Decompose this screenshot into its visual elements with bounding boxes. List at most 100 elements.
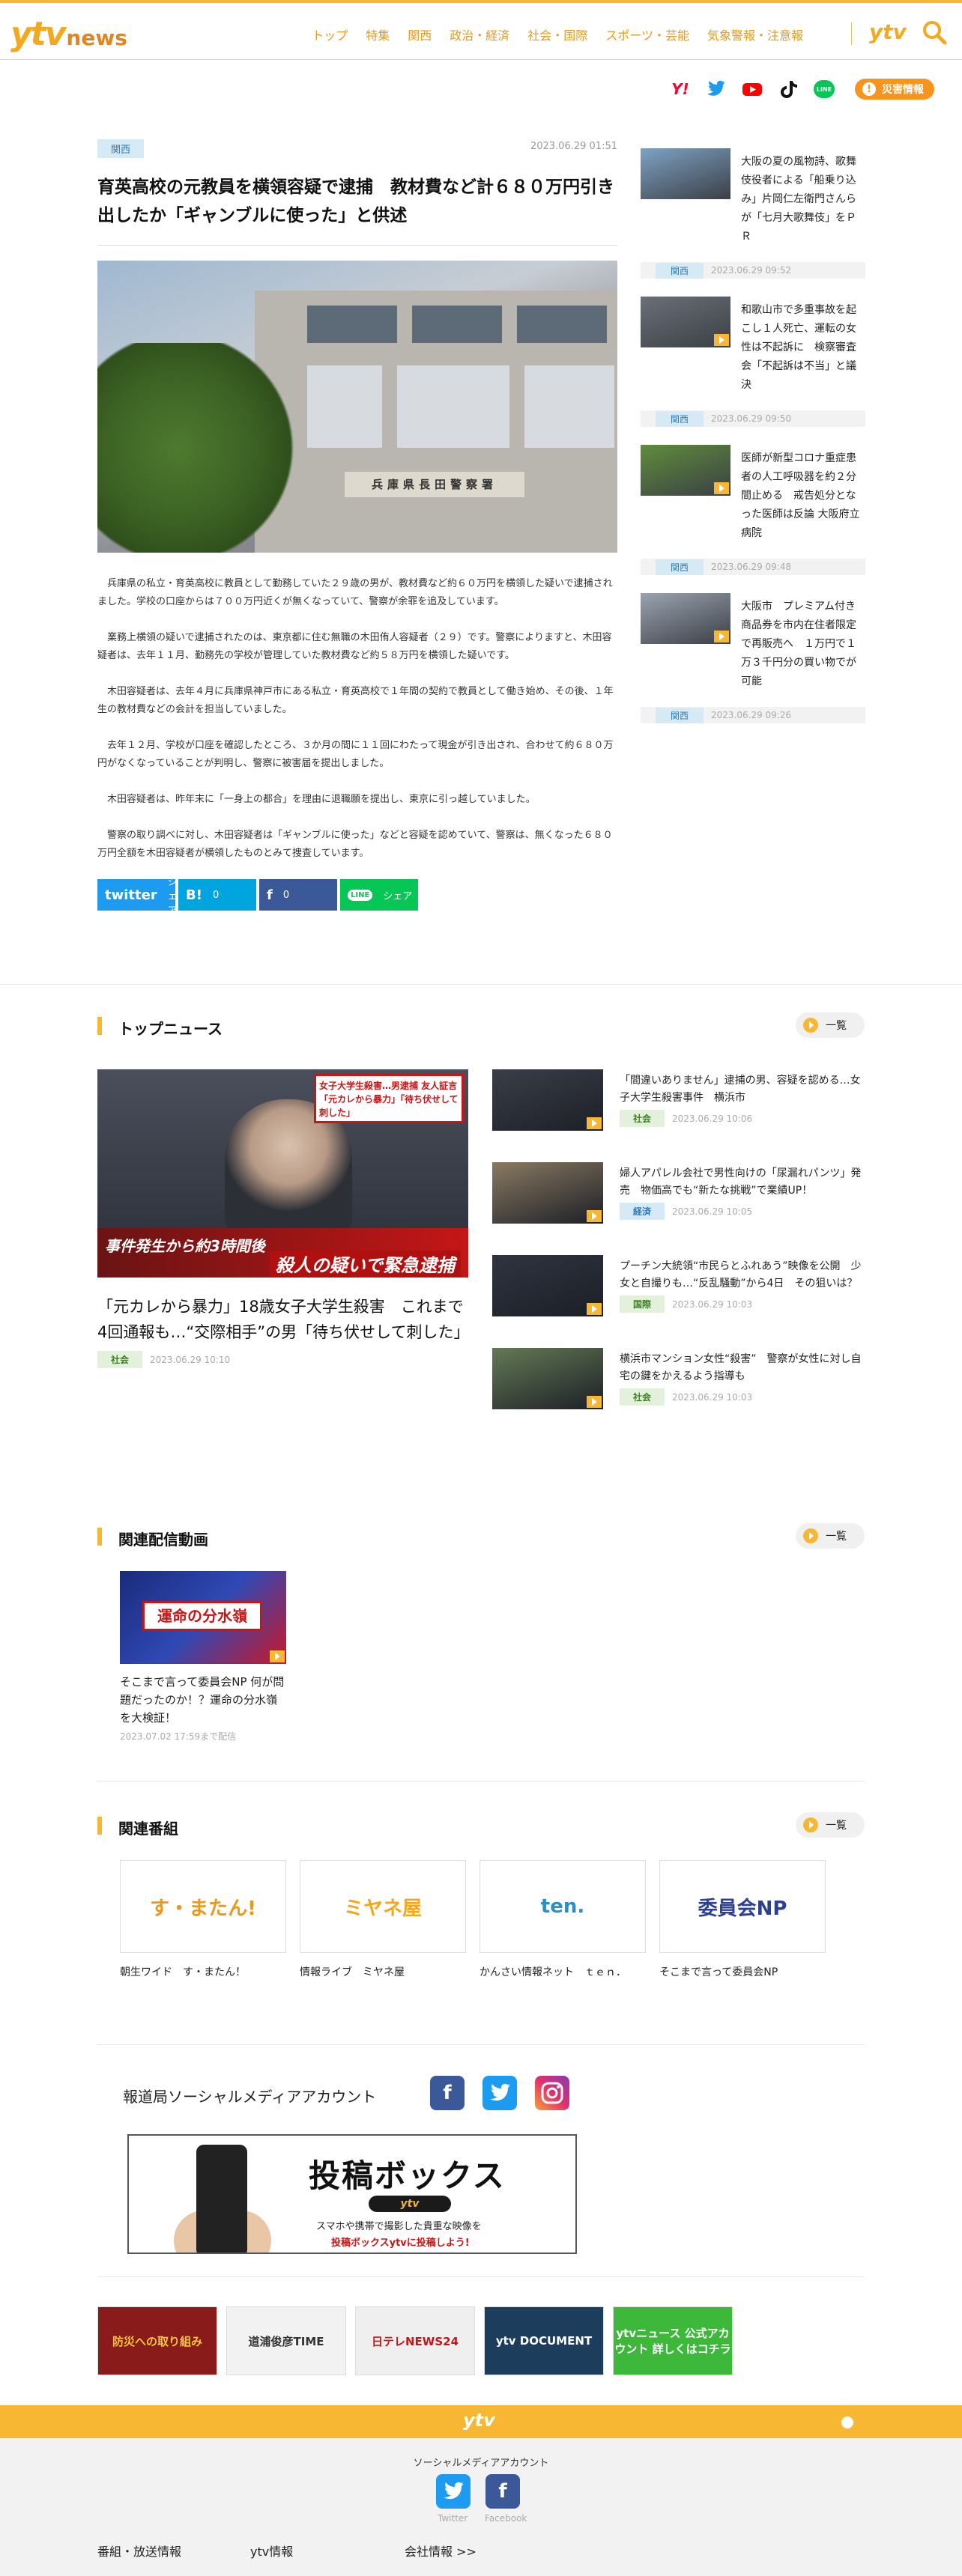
top-news-list-item[interactable]: 婦人アパレル会社で男性向けの「尿漏れパンツ」発売 物価高でも“新たな挑戦”で業績… <box>492 1162 865 1255</box>
nav-item[interactable]: 気象警報・注意報 <box>698 25 812 43</box>
category-tag[interactable]: 経済 <box>620 1203 665 1220</box>
news-date: 2023.06.29 10:05 <box>672 1206 753 1217</box>
side-news-item[interactable]: 和歌山市で多重事故を起こし１人死亡、運転の女性は不起訴に 検察審査会「不起訴は不… <box>641 297 865 445</box>
youtube-icon[interactable] <box>741 78 763 100</box>
ytv-news-logo[interactable]: ytv news <box>10 15 127 53</box>
more-button[interactable]: 一覧 <box>796 1812 865 1838</box>
category-tag[interactable]: 関西 <box>656 559 704 575</box>
ytv-logo[interactable]: ytv <box>869 19 907 44</box>
banner[interactable]: 道浦俊彦TIME <box>226 2306 346 2375</box>
side-news-item[interactable]: 大阪の夏の風物詩、歌舞伎役者による「船乗り込み」片岡仁左衛門さんらが「七月大歌舞… <box>641 148 865 297</box>
share-button[interactable]: B! 0 <box>178 879 256 911</box>
facebook-caption: Facebook <box>485 2513 527 2524</box>
twitter-icon[interactable] <box>705 78 727 100</box>
top-news-list-item[interactable]: 「間違いありません」逮捕の男、容疑を認める…女子大学生殺害事件 横浜市 社会 202… <box>492 1069 865 1162</box>
side-news-item[interactable]: 大阪市 プレミアム付き商品券を市内在住者限定で再販売へ １万円で１万３千円分の買… <box>641 593 865 741</box>
footer-link-company[interactable]: 会社情報 >> <box>405 2542 477 2560</box>
divider <box>0 984 962 985</box>
program-logo-text: 委員会NP <box>698 1897 787 1920</box>
share-button[interactable]: LINE シェア <box>340 879 418 911</box>
footer-bar: ytv <box>0 2405 962 2438</box>
article-paragraph: 兵庫県の私立・育英高校に教員として勤務していた２９歳の男が、教材費など約６０万円… <box>97 578 613 607</box>
program-logo: 委員会NP <box>659 1860 826 1953</box>
disaster-info-button[interactable]: ! 災害情報 <box>855 79 934 100</box>
category-tag[interactable]: 関西 <box>656 262 704 279</box>
footer-link-ytv[interactable]: ytv情報 <box>250 2542 293 2560</box>
disaster-label: 災害情報 <box>882 84 924 96</box>
related-video-title[interactable]: そこまで言って委員会NP 何が問題だったのか！？運命の分水嶺を大検証！ <box>120 1673 286 1727</box>
category-tag[interactable]: 国際 <box>620 1295 665 1313</box>
news-date: 2023.06.29 10:03 <box>672 1391 753 1403</box>
side-news-title[interactable]: 医師が新型コロナ重症患者の人工呼吸器を約２分間止める 戒告処分となった医師は反論… <box>741 449 865 543</box>
share-twitter-icon: twitter <box>105 887 157 903</box>
program-card[interactable]: す・またん! 朝生ワイド す・またん！ <box>120 1860 286 1981</box>
logo-news-text: news <box>66 25 127 50</box>
footer-logo[interactable]: ytv <box>463 2410 495 2431</box>
program-name[interactable]: 情報ライブ ミヤネ屋 <box>300 1963 466 1981</box>
line-icon[interactable]: LINE <box>813 78 835 100</box>
instagram-icon[interactable] <box>535 2076 569 2110</box>
top-news-item-title[interactable]: 「間違いありません」逮捕の男、容疑を認める…女子大学生殺害事件 横浜市 <box>620 1072 865 1107</box>
top-news-item-title[interactable]: 婦人アパレル会社で男性向けの「尿漏れパンツ」発売 物価高でも“新たな挑戦”で業績… <box>620 1165 865 1200</box>
program-name[interactable]: そこまで言って委員会NP <box>659 1963 826 1981</box>
share-button[interactable]: f0 <box>259 879 337 911</box>
search-icon[interactable] <box>922 19 947 45</box>
banner[interactable]: 防災への取り組み <box>97 2306 217 2375</box>
facebook-icon[interactable]: f <box>430 2076 465 2110</box>
nav-item[interactable]: スポーツ・芸能 <box>596 25 698 43</box>
program-card[interactable]: 委員会NP そこまで言って委員会NP <box>659 1860 826 1981</box>
twitter-icon[interactable] <box>482 2076 517 2110</box>
nav-item[interactable]: 関西 <box>399 25 441 43</box>
article-category-tag[interactable]: 関西 <box>97 139 145 158</box>
building-window <box>412 306 502 343</box>
facebook-icon[interactable]: f <box>485 2474 520 2509</box>
nav-item[interactable]: 特集 <box>357 25 399 43</box>
category-tag[interactable]: 関西 <box>656 707 704 723</box>
tiktok-icon[interactable] <box>777 78 799 100</box>
top-news-main[interactable]: 女子大学生殺害…男逮捕 友人証言「元カレから暴力」「待ち伏せして刺した」 事件発… <box>97 1069 470 1368</box>
top-news-image: 女子大学生殺害…男逮捕 友人証言「元カレから暴力」「待ち伏せして刺した」 事件発… <box>97 1069 468 1278</box>
more-button[interactable]: 一覧 <box>796 1523 865 1549</box>
banner[interactable]: 日テレNEWS24 <box>355 2306 475 2375</box>
category-tag[interactable]: 社会 <box>620 1388 665 1406</box>
program-logo-text: す・またん! <box>150 1897 256 1920</box>
yahoo-icon[interactable]: Y! <box>669 78 692 100</box>
top-news-meta: 社会 2023.06.29 10:10 <box>97 1351 468 1368</box>
program-name[interactable]: かんさい情報ネット ｔｅｎ． <box>480 1963 646 1981</box>
top-news-title[interactable]: 「元カレから暴力」18歳女子大学生殺害 これまで4回通報も…“交際相手”の男「待… <box>97 1294 470 1345</box>
share-button[interactable]: twitter シェア <box>97 877 178 917</box>
share-hatena-icon: B! <box>186 887 202 903</box>
side-news-thumbnail <box>641 148 730 199</box>
program-card[interactable]: ten. かんさい情報ネット ｔｅｎ． <box>480 1860 646 1981</box>
category-tag[interactable]: 社会 <box>97 1351 143 1368</box>
top-news-item-title[interactable]: 横浜市マンション女性“殺害” 警察が女性に対し自宅の鍵をかえるよう指導も <box>620 1351 865 1385</box>
side-news-thumbnail <box>641 445 730 496</box>
banner[interactable]: ytvニュース 公式アカウント 詳しくはコチラ <box>613 2306 733 2375</box>
side-news-title[interactable]: 和歌山市で多重事故を起こし１人死亡、運転の女性は不起訴に 検察審査会「不起訴は不… <box>741 301 865 395</box>
page-top-icon[interactable] <box>841 2416 853 2428</box>
nav-item[interactable]: トップ <box>303 25 357 43</box>
side-news-title[interactable]: 大阪市 プレミアム付き商品券を市内在住者限定で再販売へ １万円で１万３千円分の買… <box>741 598 865 691</box>
nav-item[interactable]: 社会・国際 <box>518 25 596 43</box>
top-news-list-item[interactable]: プーチン大統領“市民らとふれあう”映像を公開 少女と自撮りも…“反乱騒動”から4… <box>492 1255 865 1348</box>
side-news-item[interactable]: 医師が新型コロナ重症患者の人工呼吸器を約２分間止める 戒告処分となった医師は反論… <box>641 445 865 593</box>
program-name[interactable]: 朝生ワイド す・またん！ <box>120 1963 286 1981</box>
related-video-card[interactable]: 運命の分水嶺 そこまで言って委員会NP 何が問題だったのか！？運命の分水嶺を大検… <box>120 1571 286 1743</box>
nav-item[interactable]: 政治・経済 <box>441 25 518 43</box>
toko-box-banner[interactable]: 投稿ボックス ytv スマホや携帯で撮影した貴重な映像を 投稿ボックスytvに投… <box>127 2134 577 2254</box>
top-news-list-item[interactable]: 横浜市マンション女性“殺害” 警察が女性に対し自宅の鍵をかえるよう指導も社会 20… <box>492 1348 865 1441</box>
category-tag[interactable]: 社会 <box>620 1110 665 1127</box>
category-tag[interactable]: 関西 <box>656 410 704 427</box>
more-button[interactable]: 一覧 <box>796 1012 865 1038</box>
twitter-icon[interactable] <box>436 2474 471 2509</box>
divider <box>97 2044 865 2045</box>
section-bar <box>97 1528 102 1546</box>
program-card[interactable]: ミヤネ屋 情報ライブ ミヤネ屋 <box>300 1860 466 1981</box>
article-paragraph: 木田容疑者は、去年４月に兵庫県神戸市にある私立・育英高校で１年間の契約で教員とし… <box>97 686 614 715</box>
side-news-title[interactable]: 大阪の夏の風物詩、歌舞伎役者による「船乗り込み」片岡仁左衛門さんらが「七月大歌舞… <box>741 153 865 246</box>
section-title: 関連番組 <box>118 1820 178 1838</box>
banner[interactable]: ytv DOCUMENT <box>484 2306 604 2375</box>
footer-link-programs[interactable]: 番組・放送情報 <box>97 2542 181 2560</box>
top-news-item-title[interactable]: プーチン大統領“市民らとふれあう”映像を公開 少女と自撮りも…“反乱騒動”から4… <box>620 1258 865 1292</box>
image-caption-box: 女子大学生殺害…男逮捕 友人証言「元カレから暴力」「待ち伏せして刺した」 <box>314 1074 464 1123</box>
